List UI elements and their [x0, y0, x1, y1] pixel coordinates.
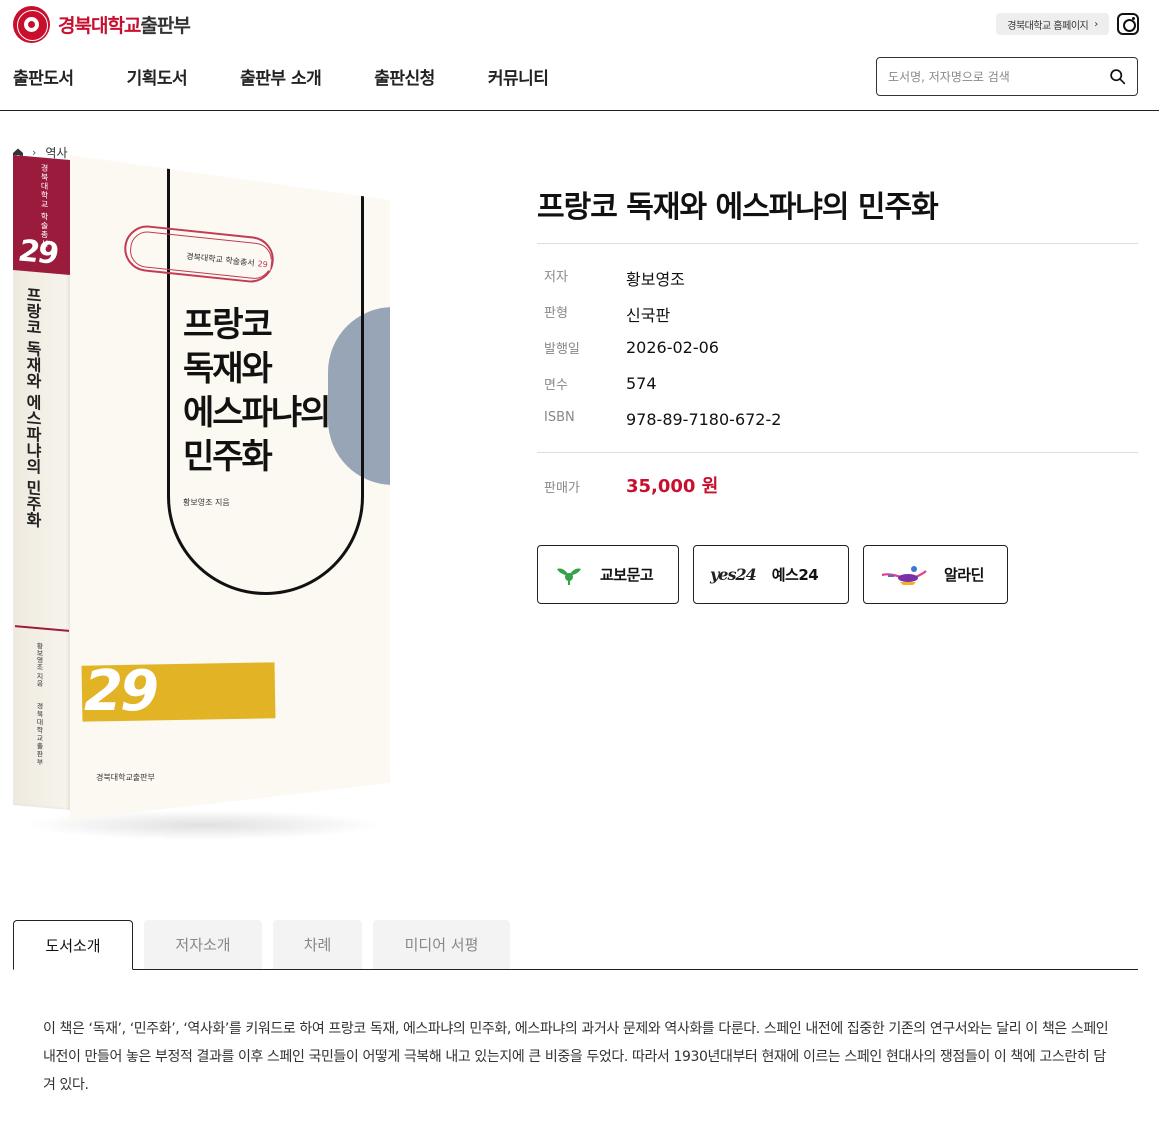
info-label: 면수	[544, 378, 568, 393]
cover-publisher: 경북대학교출판부	[96, 773, 155, 782]
info-value: 574	[626, 374, 657, 393]
info-label: 저자	[544, 270, 568, 285]
cover-series-big-number: 29	[84, 659, 159, 724]
book-info-list: 저자 황보영조 판형 신국판 발행일 2026-02-06 면수 574 ISB…	[544, 266, 781, 446]
detail-tabs: 도서소개 저자소개 차례 미디어 서평	[13, 920, 1138, 970]
tab-media-review[interactable]: 미디어 서평	[373, 920, 510, 969]
info-value: 신국판	[626, 306, 671, 325]
info-label: 발행일	[544, 342, 580, 357]
book-title: 프랑코 독재와 에스파냐의 민주화	[537, 190, 939, 225]
yes24-store-label: 예스24	[771, 566, 819, 584]
tab-author-intro[interactable]: 저자소개	[144, 920, 262, 969]
instagram-icon[interactable]	[1117, 13, 1139, 35]
nav-item-planned-books[interactable]: 기획도서	[127, 64, 188, 89]
university-homepage-label: 경북대학교 홈페이지	[1007, 20, 1089, 32]
spine-title: 프랑코 독재와 에스파냐의 민주화	[23, 285, 42, 529]
nav-item-about[interactable]: 출판부 소개	[240, 64, 322, 89]
book-spine: 경북대학교 학술총서 29 프랑코 독재와 에스파냐의 민주화 황보영조 지음 …	[13, 155, 70, 810]
info-label: 판형	[544, 306, 568, 321]
cover-title-line: 독재와	[183, 349, 273, 389]
aladin-store-label: 알라딘	[944, 566, 984, 584]
kyobo-logo-icon	[554, 563, 584, 587]
info-value: 2026-02-06	[626, 338, 719, 357]
search-box	[876, 57, 1138, 96]
cover-title-line: 에스파냐의	[183, 393, 331, 433]
price-label: 판매가	[544, 481, 580, 496]
info-row-isbn: ISBN 978-89-7180-672-2	[544, 410, 781, 446]
cover-title: 프랑코 독재와 에스파냐의 민주화	[183, 303, 331, 479]
tab-book-intro[interactable]: 도서소개	[13, 920, 133, 970]
yes24-logo-icon: yes24	[710, 565, 757, 584]
book-description: 이 책은 ‘독재’, ‘민주화’, ‘역사화’를 키워드로 하여 프랑코 독재,…	[43, 1021, 1109, 1093]
info-label: ISBN	[544, 410, 575, 425]
price-value: 35,000 원	[626, 476, 719, 497]
cover-author: 황보영조 지음	[183, 498, 230, 507]
book-front-cover: 경북대학교 학술총서 29 프랑코 독재와 에스파냐의 민주화 황보영조 지음 2…	[70, 155, 390, 820]
divider	[537, 243, 1138, 244]
spine-author: 황보영조 지음	[36, 642, 44, 687]
kyobo-store-label: 교보문고	[600, 566, 654, 584]
cover-title-line: 프랑코	[183, 305, 273, 345]
nav-item-community[interactable]: 커뮤니티	[488, 64, 549, 89]
aladin-lamp-icon	[880, 563, 928, 587]
search-input[interactable]	[888, 67, 1098, 87]
search-icon[interactable]	[1109, 68, 1126, 85]
spine-divider	[15, 625, 69, 632]
spine-number: 29	[19, 233, 57, 272]
nav-item-publish-request[interactable]: 출판신청	[374, 64, 435, 89]
kyobo-store-button[interactable]: 교보문고	[537, 545, 679, 604]
divider	[537, 452, 1138, 453]
logo-text: 경북대학교출판부	[58, 11, 191, 38]
tab-contents[interactable]: 차례	[273, 920, 362, 969]
logo-text-press: 출판부	[140, 15, 190, 37]
info-row-author: 저자 황보영조	[544, 266, 781, 302]
university-homepage-link[interactable]: 경북대학교 홈페이지 ›	[996, 13, 1109, 35]
logo-text-university: 경북대학교	[58, 15, 141, 37]
aladin-store-button[interactable]: 알라딘	[863, 545, 1008, 604]
yes24-store-button[interactable]: yes24 예스24	[693, 545, 849, 604]
info-row-format: 판형 신국판	[544, 302, 781, 338]
price-row: 판매가 35,000 원	[544, 472, 718, 498]
cover-title-line: 민주화	[183, 437, 273, 477]
cover-series-number: 29	[257, 259, 269, 270]
book-cover-image: 경북대학교 학술총서 29 프랑코 독재와 에스파냐의 민주화 황보영조 지음 …	[13, 155, 390, 840]
site-logo[interactable]: 경북대학교출판부	[13, 6, 191, 43]
main-nav: 출판도서 기획도서 출판부 소개 출판신청 커뮤니티	[13, 64, 601, 89]
info-row-publish-date: 발행일 2026-02-06	[544, 338, 781, 374]
info-value: 978-89-7180-672-2	[626, 410, 782, 429]
store-links: 교보문고 yes24 예스24 알라딘	[537, 545, 1022, 604]
spine-publisher: 경북대학교출판부	[36, 702, 44, 767]
info-value: 황보영조	[626, 270, 685, 289]
chevron-right-icon: ›	[1094, 18, 1098, 30]
university-seal-icon	[13, 6, 50, 43]
nav-item-published-books[interactable]: 출판도서	[13, 64, 74, 89]
spine-band: 경북대학교 학술총서 29	[13, 155, 70, 275]
site-header: 경북대학교출판부 경북대학교 홈페이지 › 출판도서 기획도서 출판부 소개 출…	[0, 0, 1159, 111]
info-row-pages: 면수 574	[544, 374, 781, 410]
